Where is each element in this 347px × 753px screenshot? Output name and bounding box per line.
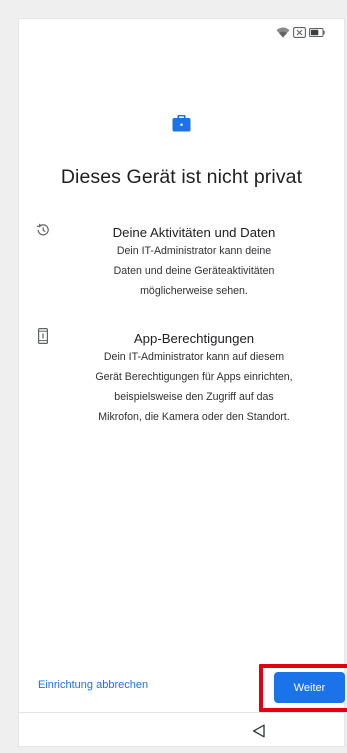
section-body-line: Gerät Berechtigungen für Apps einrichten… xyxy=(95,371,293,383)
phone-screen: Dieses Gerät ist nicht privat Deine Akti… xyxy=(18,18,347,748)
briefcase-icon xyxy=(172,114,191,137)
section-text: App-Berechtigungen Dein IT-Administrator… xyxy=(59,330,329,427)
hero xyxy=(19,114,344,137)
wifi-icon xyxy=(276,27,290,38)
sim-no-signal-icon xyxy=(293,27,306,38)
phone-device-icon xyxy=(36,328,50,345)
history-icon xyxy=(36,223,50,237)
section-body-line: Dein IT-Administrator kann auf diesem xyxy=(103,351,285,363)
section-heading: Deine Aktivitäten und Daten xyxy=(112,225,276,240)
section-body-line: Mikrofon, die Kamera oder den Standort. xyxy=(98,411,290,423)
battery-icon xyxy=(309,28,325,37)
status-bar xyxy=(19,19,344,49)
cancel-setup-link[interactable]: Einrichtung abbrechen xyxy=(38,679,148,691)
navigation-bar xyxy=(19,712,344,748)
section-body: Dein IT-Administrator kann auf diesem Ge… xyxy=(59,347,329,427)
section-body-line: beispielsweise den Zugriff auf das xyxy=(114,391,274,403)
section-body: Dein IT-Administrator kann deine Daten u… xyxy=(59,241,329,301)
back-triangle-icon[interactable] xyxy=(252,724,266,738)
section-heading: App-Berechtigungen xyxy=(133,331,255,346)
section-body-line: möglicherweise sehen. xyxy=(140,285,248,297)
next-button[interactable]: Weiter xyxy=(274,672,345,703)
page-title: Dieses Gerät ist nicht privat xyxy=(60,166,303,188)
section-body-line: Dein IT-Administrator kann deine xyxy=(116,245,272,257)
status-icons xyxy=(276,27,325,38)
section-text: Deine Aktivitäten und Daten Dein IT-Admi… xyxy=(59,224,329,301)
section-body-line: Daten und deine Geräteaktivitäten xyxy=(113,265,275,277)
